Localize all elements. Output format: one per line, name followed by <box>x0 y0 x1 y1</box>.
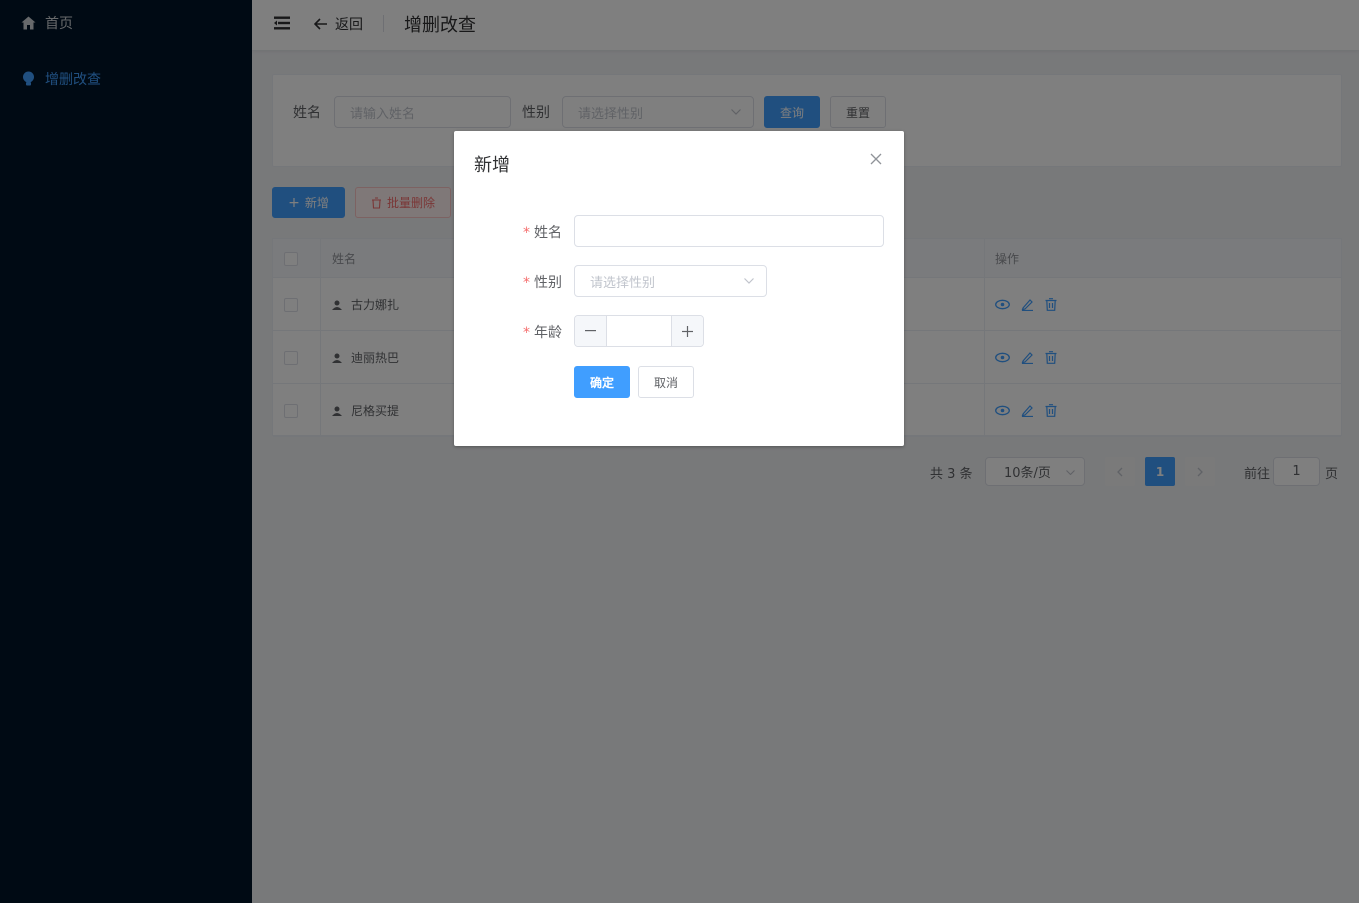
close-icon[interactable] <box>870 153 882 165</box>
required-asterisk: * <box>523 225 530 241</box>
chevron-down-icon <box>744 278 754 284</box>
confirm-button[interactable]: 确定 <box>574 366 630 398</box>
decrease-button[interactable] <box>575 316 607 346</box>
form-name-label: * 姓名 <box>523 225 562 241</box>
cancel-button[interactable]: 取消 <box>638 366 694 398</box>
form-gender-select[interactable]: 请选择性别 <box>574 265 767 297</box>
form-age-label: * 年龄 <box>523 325 562 341</box>
form-gender-label: * 性别 <box>523 275 562 291</box>
form-age-stepper <box>574 315 704 347</box>
increase-button[interactable] <box>671 316 703 346</box>
form-gender-placeholder: 请选择性别 <box>590 275 656 291</box>
required-asterisk: * <box>523 275 530 291</box>
dialog-title: 新增 <box>474 155 510 176</box>
plus-icon <box>682 325 693 337</box>
age-input[interactable] <box>608 316 670 346</box>
add-dialog: 新增 * 姓名 * 性别 请选择性别 * 年龄 确定 取消 <box>454 131 904 446</box>
required-asterisk: * <box>523 325 530 341</box>
form-name-input[interactable] <box>574 215 884 247</box>
minus-icon <box>585 330 596 332</box>
